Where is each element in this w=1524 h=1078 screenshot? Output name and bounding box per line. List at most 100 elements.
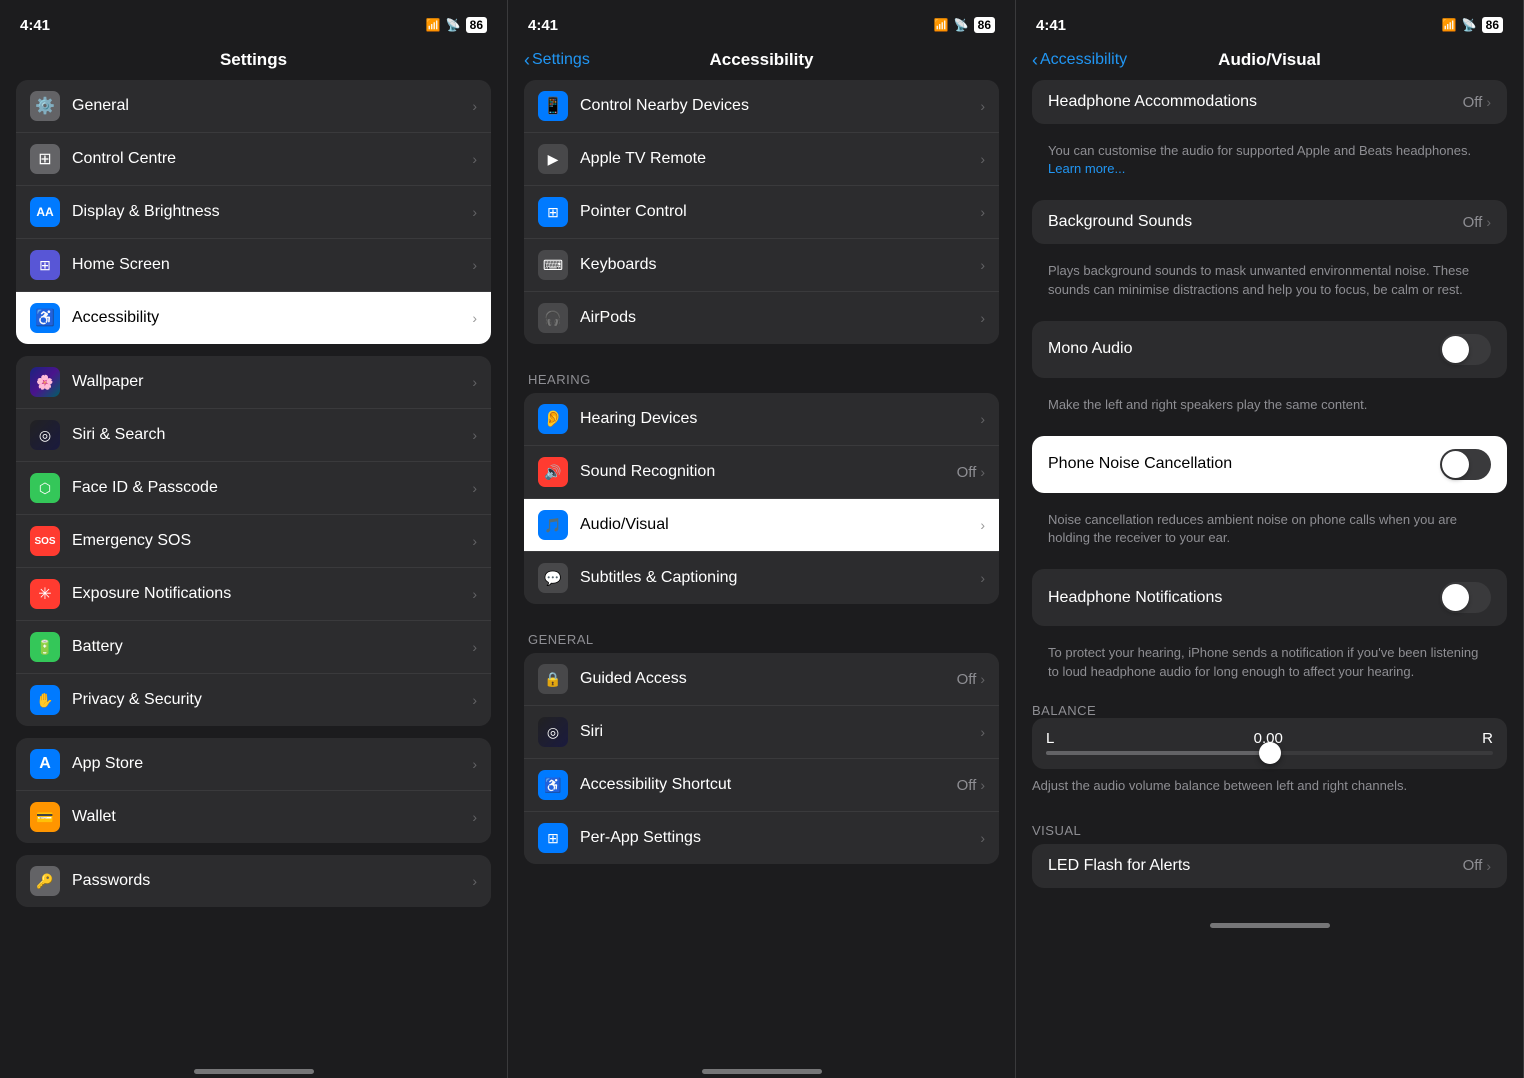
siri-icon: ◎ bbox=[30, 420, 60, 450]
settings-row-accessibility[interactable]: ♿ Accessibility › bbox=[16, 292, 491, 344]
wallpaper-label: Wallpaper bbox=[72, 373, 143, 391]
sound-recognition-value: Off bbox=[957, 464, 977, 481]
settings-row-privacy[interactable]: ✋ Privacy & Security › bbox=[16, 674, 491, 726]
wallet-icon: 💳 bbox=[30, 802, 60, 832]
acc-row-audio-visual[interactable]: 🎵 Audio/Visual › bbox=[524, 499, 999, 552]
background-sounds-description: Plays background sounds to mask unwanted… bbox=[1032, 256, 1507, 308]
balance-container: L 0.00 R bbox=[1032, 718, 1507, 769]
balance-description: Adjust the audio volume balance between … bbox=[1032, 777, 1507, 795]
settings-row-face-id[interactable]: ⬡ Face ID & Passcode › bbox=[16, 462, 491, 515]
settings-row-wallpaper[interactable]: 🌸 Wallpaper › bbox=[16, 356, 491, 409]
back-button-accessibility[interactable]: ‹ Settings bbox=[524, 50, 590, 71]
acc-row-guided-access[interactable]: 🔒 Guided Access Off › bbox=[524, 653, 999, 706]
status-time-2: 4:41 bbox=[528, 17, 558, 34]
audio-visual-nav-title: Audio/Visual bbox=[1218, 50, 1321, 70]
av-item-phone-noise[interactable]: Phone Noise Cancellation bbox=[1032, 436, 1507, 493]
battery-badge-2: 86 bbox=[974, 17, 995, 33]
av-section-background-sounds: Background Sounds Off › Plays background… bbox=[1016, 200, 1523, 320]
balance-slider-thumb[interactable] bbox=[1259, 742, 1281, 764]
av-item-headphone-accommodations[interactable]: Headphone Accommodations Off › bbox=[1032, 80, 1507, 124]
settings-group-2: 🌸 Wallpaper › ◎ Siri & Search › ⬡ Face I… bbox=[16, 356, 491, 726]
background-sounds-value: Off bbox=[1463, 214, 1483, 231]
accessibility-label: Accessibility bbox=[72, 309, 159, 327]
settings-row-home-screen[interactable]: ⊞ Home Screen › bbox=[16, 239, 491, 292]
audio-visual-icon: 🎵 bbox=[538, 510, 568, 540]
settings-row-wallet[interactable]: 💳 Wallet › bbox=[16, 791, 491, 843]
balance-slider-track[interactable] bbox=[1046, 751, 1493, 755]
apple-tv-label: Apple TV Remote bbox=[580, 150, 706, 168]
balance-section-label: BALANCE bbox=[1032, 703, 1507, 718]
acc-row-per-app[interactable]: ⊞ Per-App Settings › bbox=[524, 812, 999, 864]
shortcut-label: Accessibility Shortcut bbox=[580, 776, 731, 794]
av-section-headphone: Headphone Accommodations Off › You can c… bbox=[1016, 80, 1523, 200]
av-item-mono-audio[interactable]: Mono Audio bbox=[1032, 321, 1507, 378]
keyboards-icon: ⌨ bbox=[538, 250, 568, 280]
face-id-icon: ⬡ bbox=[30, 473, 60, 503]
learn-more-link[interactable]: Learn more... bbox=[1048, 161, 1125, 176]
background-sounds-label: Background Sounds bbox=[1048, 213, 1192, 231]
hearing-devices-icon: 👂 bbox=[538, 404, 568, 434]
bottom-bar-3 bbox=[1016, 912, 1523, 932]
status-bar-3: 4:41 📶 📡 86 bbox=[1016, 0, 1523, 44]
signal-icon: 📶 bbox=[426, 18, 441, 32]
control-nearby-label: Control Nearby Devices bbox=[580, 97, 749, 115]
back-button-audio-visual[interactable]: ‹ Accessibility bbox=[1032, 50, 1127, 71]
headphone-notifications-label: Headphone Notifications bbox=[1048, 589, 1222, 607]
visual-section-label: VISUAL bbox=[1016, 807, 1523, 844]
guided-access-icon: 🔒 bbox=[538, 664, 568, 694]
settings-row-siri[interactable]: ◎ Siri & Search › bbox=[16, 409, 491, 462]
bottom-bar-1 bbox=[0, 1058, 507, 1078]
subtitles-icon: 💬 bbox=[538, 563, 568, 593]
mono-audio-toggle[interactable] bbox=[1440, 334, 1491, 365]
siri-acc-icon: ◎ bbox=[538, 717, 568, 747]
acc-row-shortcut[interactable]: ♿ Accessibility Shortcut Off › bbox=[524, 759, 999, 812]
balance-r: R bbox=[1482, 730, 1493, 747]
settings-row-battery[interactable]: 🔋 Battery › bbox=[16, 621, 491, 674]
settings-panel: 4:41 📶 📡 86 Settings ⚙️ General › ⊞ Cont… bbox=[0, 0, 508, 1078]
av-section-mono: Mono Audio Make the left and right speak… bbox=[1016, 321, 1523, 436]
face-id-label: Face ID & Passcode bbox=[72, 479, 218, 497]
settings-row-sos[interactable]: SOS Emergency SOS › bbox=[16, 515, 491, 568]
av-item-background-sounds[interactable]: Background Sounds Off › bbox=[1032, 200, 1507, 244]
av-group-bg-sounds: Background Sounds Off › bbox=[1032, 200, 1507, 244]
acc-group-hearing: 👂 Hearing Devices › 🔊 Sound Recognition … bbox=[524, 393, 999, 604]
av-item-headphone-notifications[interactable]: Headphone Notifications bbox=[1032, 569, 1507, 626]
wifi-icon: 📡 bbox=[446, 18, 461, 32]
acc-row-hearing-devices[interactable]: 👂 Hearing Devices › bbox=[524, 393, 999, 446]
av-group-headphone-notif: Headphone Notifications bbox=[1032, 569, 1507, 626]
settings-row-general[interactable]: ⚙️ General › bbox=[16, 80, 491, 133]
acc-row-sound-recognition[interactable]: 🔊 Sound Recognition Off › bbox=[524, 446, 999, 499]
wallet-label: Wallet bbox=[72, 808, 116, 826]
balance-l: L bbox=[1046, 730, 1054, 747]
acc-row-airpods[interactable]: 🎧 AirPods › bbox=[524, 292, 999, 344]
siri-acc-label: Siri bbox=[580, 723, 603, 741]
acc-row-subtitles[interactable]: 💬 Subtitles & Captioning › bbox=[524, 552, 999, 604]
headphone-notifications-toggle[interactable] bbox=[1440, 582, 1491, 613]
keyboards-label: Keyboards bbox=[580, 256, 657, 274]
status-time-3: 4:41 bbox=[1036, 17, 1066, 34]
nav-bar-1: Settings bbox=[0, 44, 507, 80]
av-item-led-flash[interactable]: LED Flash for Alerts Off › bbox=[1032, 844, 1507, 888]
signal-icon-3: 📶 bbox=[1442, 18, 1457, 32]
settings-row-appstore[interactable]: A App Store › bbox=[16, 738, 491, 791]
settings-row-display[interactable]: AA Display & Brightness › bbox=[16, 186, 491, 239]
status-icons-2: 📶 📡 86 bbox=[934, 17, 995, 33]
acc-row-apple-tv[interactable]: ▶ Apple TV Remote › bbox=[524, 133, 999, 186]
sound-recognition-label: Sound Recognition bbox=[580, 463, 715, 481]
display-label: Display & Brightness bbox=[72, 203, 220, 221]
home-indicator-3 bbox=[1210, 923, 1330, 928]
nav-bar-3: ‹ Accessibility Audio/Visual bbox=[1016, 44, 1523, 80]
phone-noise-toggle[interactable] bbox=[1440, 449, 1491, 480]
acc-row-pointer[interactable]: ⊞ Pointer Control › bbox=[524, 186, 999, 239]
settings-group-3: A App Store › 💳 Wallet › bbox=[16, 738, 491, 843]
settings-row-exposure[interactable]: ✳ Exposure Notifications › bbox=[16, 568, 491, 621]
acc-row-siri[interactable]: ◎ Siri › bbox=[524, 706, 999, 759]
status-icons-3: 📶 📡 86 bbox=[1442, 17, 1503, 33]
acc-row-keyboards[interactable]: ⌨ Keyboards › bbox=[524, 239, 999, 292]
settings-row-control-centre[interactable]: ⊞ Control Centre › bbox=[16, 133, 491, 186]
pointer-icon: ⊞ bbox=[538, 197, 568, 227]
settings-row-passwords[interactable]: 🔑 Passwords › bbox=[16, 855, 491, 907]
acc-row-control-nearby[interactable]: 📱 Control Nearby Devices › bbox=[524, 80, 999, 133]
airpods-icon: 🎧 bbox=[538, 303, 568, 333]
control-centre-label: Control Centre bbox=[72, 150, 176, 168]
